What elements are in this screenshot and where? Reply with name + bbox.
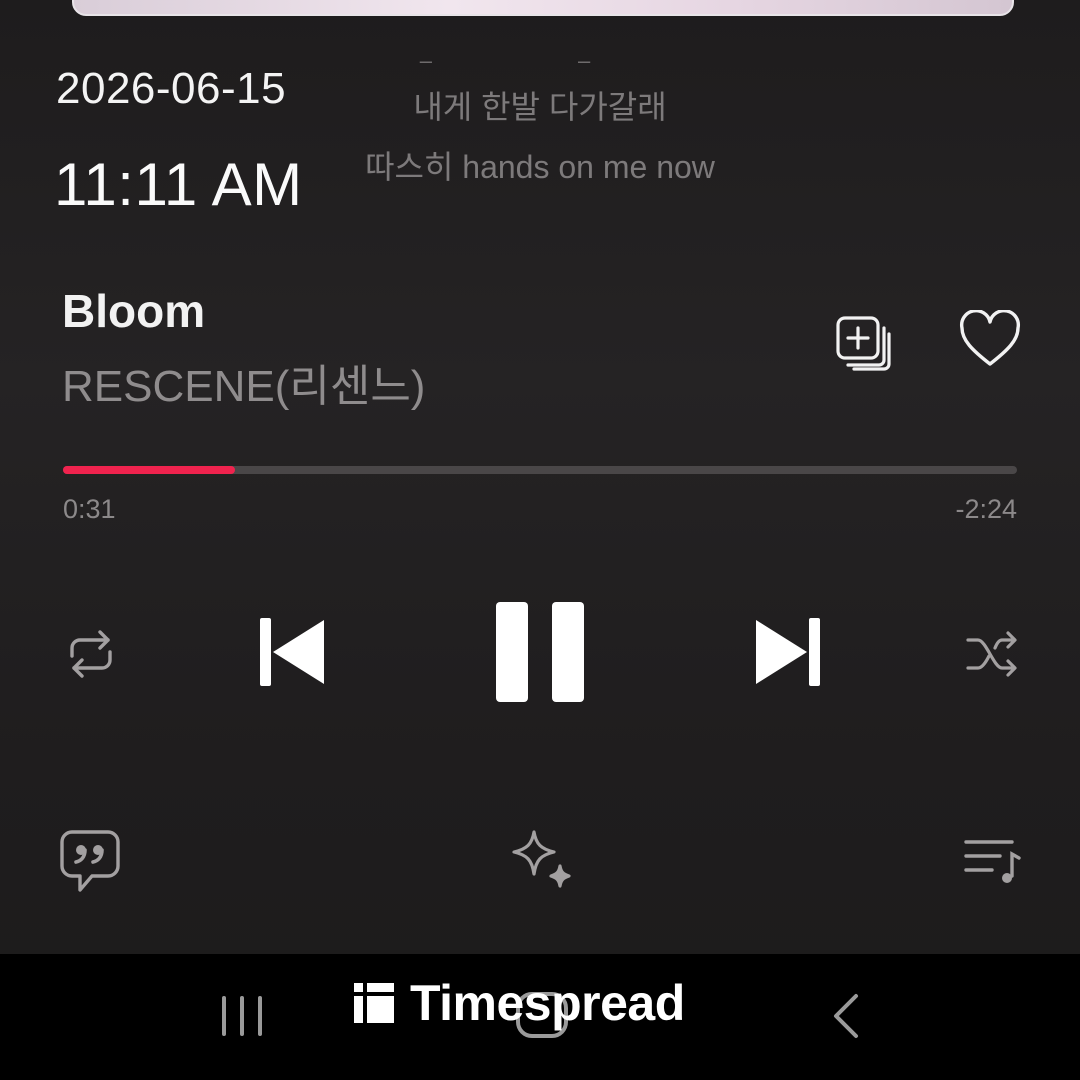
repeat-icon[interactable]	[62, 626, 120, 682]
lyric-dashes: – –	[419, 48, 661, 73]
sparkle-icon[interactable]	[508, 828, 574, 892]
back-icon[interactable]	[828, 992, 864, 1040]
watermark-text: Timespread	[410, 975, 685, 1031]
add-to-playlist-icon[interactable]	[832, 312, 894, 374]
pause-icon[interactable]	[494, 600, 588, 704]
lyric-line-1[interactable]: 내게 한발 다가갈래	[330, 82, 750, 128]
queue-music-icon[interactable]	[962, 836, 1022, 886]
song-artist[interactable]: RESCENE(리센느)	[62, 350, 425, 414]
elapsed-time: 0:31	[63, 494, 116, 524]
status-date: 2026-06-15	[56, 64, 287, 113]
lyric-line-2[interactable]: 따스히 hands on me now	[330, 142, 750, 188]
recent-apps-icon[interactable]	[218, 994, 266, 1038]
remaining-time: -2:24	[955, 494, 1017, 524]
skip-previous-icon[interactable]	[256, 614, 328, 690]
timespread-logo-icon	[354, 983, 394, 1023]
shuffle-icon[interactable]	[964, 626, 1020, 682]
song-title: Bloom	[62, 285, 206, 337]
watermark: Timespread	[352, 972, 685, 1034]
status-time: 11:11 AM	[54, 151, 303, 218]
skip-next-icon[interactable]	[752, 614, 824, 690]
progress-fill	[63, 466, 235, 474]
album-art-edge	[72, 0, 1014, 16]
lyrics-quote-icon[interactable]	[58, 826, 122, 896]
heart-icon[interactable]	[958, 310, 1022, 370]
progress-bar[interactable]	[63, 466, 1017, 474]
